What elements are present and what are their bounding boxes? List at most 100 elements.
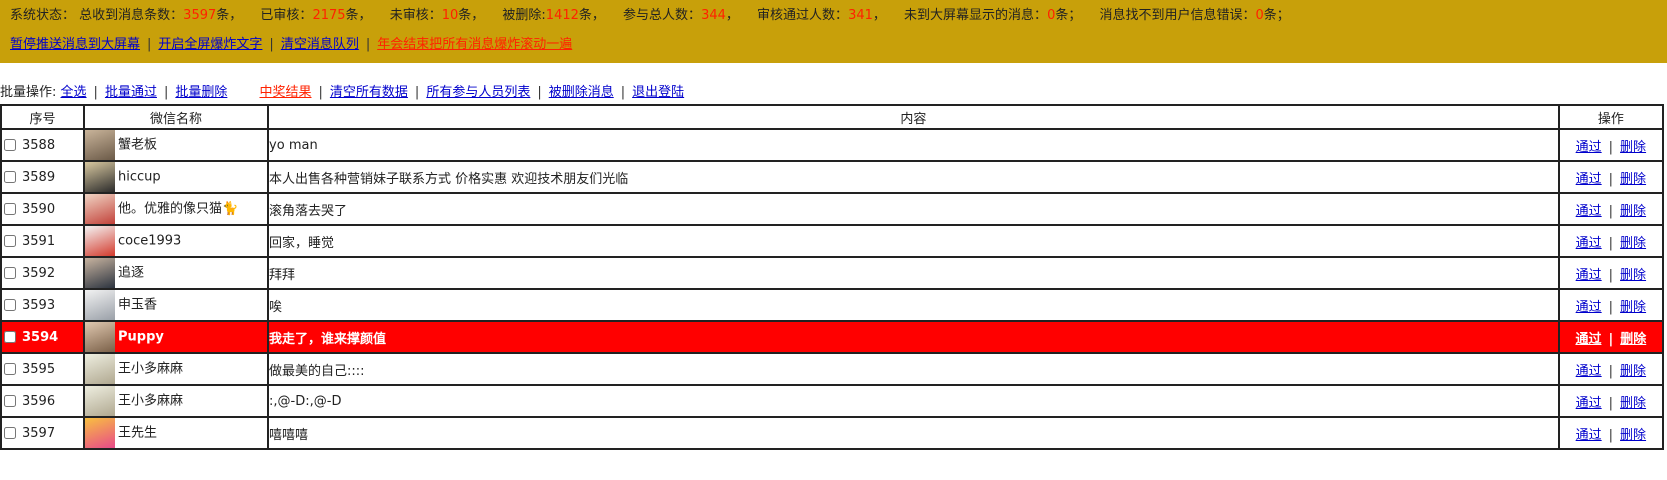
wechat-name: 他。优雅的像只猫🐈 — [117, 201, 239, 217]
clear-all-data-link[interactable]: 清空所有数据 — [330, 85, 408, 100]
deleted-messages-link[interactable]: 被删除消息 — [549, 85, 614, 100]
total-messages-label: 总收到消息条数： — [79, 8, 184, 23]
id-cell: 3591 — [0, 224, 85, 258]
reviewed-unit: 条， — [345, 8, 372, 23]
message-id: 3597 — [22, 425, 56, 441]
message-id: 3591 — [22, 233, 56, 249]
fullscreen-text-link[interactable]: 开启全屏爆炸文字 — [158, 37, 262, 52]
name-cell: 王小多麻麻 — [82, 352, 270, 386]
row-checkbox[interactable] — [4, 171, 16, 183]
screen-actions: 暂停推送消息到大屏幕 | 开启全屏爆炸文字 | 清空消息队列 | 年会结束把所有消息爆炸滚动… — [10, 34, 1667, 56]
wechat-name: 追逐 — [117, 265, 144, 281]
clear-queue-link[interactable]: 清空消息队列 — [281, 37, 359, 52]
delete-link[interactable]: 删除 — [1620, 396, 1646, 411]
table-row: 3592 追逐 拜拜 通过 | 删除 — [0, 256, 1665, 290]
pause-push-link[interactable]: 暂停推送消息到大屏幕 — [10, 37, 140, 52]
row-checkbox[interactable] — [4, 267, 16, 279]
message-content: 唉 — [269, 299, 283, 315]
avatar — [85, 195, 115, 223]
content-cell: 我走了，谁来撑颜值 — [267, 320, 1560, 354]
message-content: 做最美的自己:::: — [269, 363, 365, 379]
message-id: 3595 — [22, 361, 56, 377]
row-checkbox[interactable] — [4, 395, 16, 407]
row-checkbox[interactable] — [4, 363, 16, 375]
content-cell: :,@-D:,@-D — [267, 384, 1560, 418]
name-cell: 王小多麻麻 — [82, 384, 270, 418]
approve-link[interactable]: 通过 — [1576, 204, 1602, 219]
approved-people-count: 341 — [848, 8, 873, 23]
table-row: 3588 蟹老板 yo man 通过 | 删除 — [0, 128, 1665, 162]
row-checkbox[interactable] — [4, 299, 16, 311]
separator: | — [1608, 395, 1614, 411]
ops-cell: 通过 | 删除 — [1557, 416, 1665, 450]
approve-link[interactable]: 通过 — [1576, 140, 1602, 155]
message-id: 3588 — [22, 137, 56, 153]
name-cell: hiccup — [82, 160, 270, 194]
row-checkbox[interactable] — [4, 235, 16, 247]
row-checkbox[interactable] — [4, 331, 16, 343]
row-checkbox[interactable] — [4, 139, 16, 151]
message-content: 嘻嘻嘻 — [269, 427, 309, 443]
user-error-label: 消息找不到用户信息错误： — [1099, 8, 1256, 23]
ops-cell: 通过 | 删除 — [1557, 192, 1665, 226]
separator: | — [620, 85, 626, 100]
system-status-bar: 系统状态： 总收到消息条数：3597条， 已审核：2175条， 未审核：10条，… — [0, 0, 1667, 63]
delete-link[interactable]: 删除 — [1620, 268, 1646, 283]
delete-link[interactable]: 删除 — [1620, 236, 1646, 251]
ops-cell: 通过 | 删除 — [1557, 160, 1665, 194]
approved-people-label: 审核通过人数： — [757, 8, 849, 23]
batch-toolbar: 批量操作: 全选 | 批量通过 | 批量删除 中奖结果 | 清空所有数据 | 所有参与人员列表 |… — [0, 82, 684, 104]
row-checkbox[interactable] — [4, 203, 16, 215]
id-cell: 3595 — [0, 352, 85, 386]
separator: | — [1608, 363, 1614, 379]
delete-link[interactable]: 删除 — [1620, 140, 1646, 155]
id-cell: 3590 — [0, 192, 85, 226]
total-messages-count: 3597 — [183, 8, 217, 23]
message-table: 序号 微信名称 内容 操作 3588 蟹老板 yo man 通过 | 删除 3589… — [0, 104, 1665, 450]
approve-link[interactable]: 通过 — [1576, 396, 1602, 411]
year-end-scroll-link[interactable]: 年会结束把所有消息爆炸滚动一遍 — [377, 37, 572, 52]
delete-link[interactable]: 删除 — [1620, 428, 1646, 443]
separator: | — [318, 85, 323, 100]
content-cell: 唉 — [267, 288, 1560, 322]
content-cell: 嘻嘻嘻 — [267, 416, 1560, 450]
logout-link[interactable]: 退出登陆 — [632, 85, 684, 100]
approve-link[interactable]: 通过 — [1575, 332, 1601, 347]
select-all-link[interactable]: 全选 — [61, 85, 87, 100]
user-error-unit: 条； — [1263, 8, 1290, 23]
separator: | — [269, 37, 274, 52]
ops-cell: 通过 | 删除 — [1557, 352, 1665, 386]
delete-link[interactable]: 删除 — [1620, 332, 1646, 347]
approve-link[interactable]: 通过 — [1576, 428, 1602, 443]
message-content: 我走了，谁来撑颜值 — [269, 331, 387, 347]
delete-link[interactable]: 删除 — [1620, 204, 1646, 219]
approve-link[interactable]: 通过 — [1576, 172, 1602, 187]
separator: | — [537, 85, 542, 100]
separator: | — [1608, 427, 1614, 443]
message-content: 滚角落去哭了 — [269, 203, 348, 219]
approve-link[interactable]: 通过 — [1576, 300, 1602, 315]
winners-link[interactable]: 中奖结果 — [260, 85, 312, 100]
approve-link[interactable]: 通过 — [1576, 364, 1602, 379]
status-summary: 系统状态： 总收到消息条数：3597条， 已审核：2175条， 未审核：10条，… — [10, 5, 1667, 27]
separator: | — [93, 85, 98, 100]
table-header: 序号 微信名称 内容 操作 — [0, 104, 1665, 130]
separator: | — [163, 85, 169, 100]
separator: | — [1608, 267, 1614, 283]
delete-link[interactable]: 删除 — [1620, 172, 1646, 187]
id-cell: 3592 — [0, 256, 85, 290]
id-cell: 3596 — [0, 384, 85, 418]
batch-approve-link[interactable]: 批量通过 — [105, 85, 157, 100]
ops-cell: 通过 | 删除 — [1557, 384, 1665, 418]
batch-delete-link[interactable]: 批量删除 — [175, 85, 227, 100]
delete-link[interactable]: 删除 — [1620, 300, 1646, 315]
table-row: 3597 王先生 嘻嘻嘻 通过 | 删除 — [0, 416, 1665, 450]
approve-link[interactable]: 通过 — [1576, 236, 1602, 251]
row-checkbox[interactable] — [4, 427, 16, 439]
delete-link[interactable]: 删除 — [1620, 364, 1646, 379]
participants-list-link[interactable]: 所有参与人员列表 — [426, 85, 530, 100]
approve-link[interactable]: 通过 — [1576, 268, 1602, 283]
separator: | — [365, 37, 371, 52]
participants-count: 344 — [701, 8, 726, 23]
wechat-name: 王小多麻麻 — [117, 361, 183, 377]
